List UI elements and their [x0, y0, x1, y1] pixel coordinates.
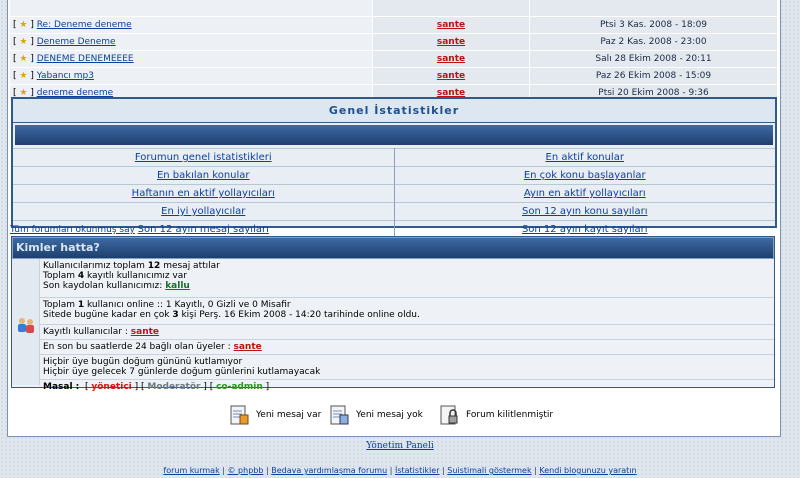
post-count: 12 — [147, 261, 161, 271]
bracket: ] — [27, 71, 34, 81]
topic-link[interactable]: Re: Deneme deneme — [37, 20, 132, 30]
stat-link-topic-counts[interactable]: Son 12 ayın konu sayıları — [522, 206, 647, 217]
who-is-online-title: Kimler hatta? — [12, 237, 774, 259]
text: Son kaydolan kullanıcımız: — [43, 281, 166, 291]
topic-date: Paz 2 Kas. 2008 - 23:00 — [529, 33, 777, 51]
separator: | — [442, 466, 445, 475]
separator: | — [266, 466, 269, 475]
statistics-title: Genel İstatistikler — [13, 99, 775, 123]
topic-date: Ptsi 3 Kas. 2008 - 18:09 — [529, 16, 777, 34]
mark-all-read-link[interactable]: Tüm forumları okunmuş say — [10, 225, 135, 235]
rank-label: Masal : — [43, 382, 80, 392]
birthdays: Hiçbir üye bugün doğum gününü kutlamıyor… — [40, 355, 774, 380]
author-link[interactable]: sante — [437, 20, 465, 30]
footer-link-blog[interactable]: Kendi blogunuzu yaratın — [539, 466, 636, 475]
text: Toplam — [43, 271, 78, 281]
stat-link-active-topics[interactable]: En aktif konular — [546, 152, 624, 163]
footer-link-phpbb[interactable]: © phpbb — [228, 466, 264, 475]
rank-coadmin: co-admin — [216, 382, 263, 392]
text: kullanıcı online :: 1 Kayıtlı, 0 Gizli v… — [84, 300, 291, 310]
text: Sitede bugüne kadar en çok — [43, 310, 173, 320]
footer-link-report[interactable]: Suistimali göstermek — [447, 466, 531, 475]
lock-icon — [440, 405, 458, 425]
page-content: [ ★ ] Re: Deneme deneme sante Ptsi 3 Kas… — [7, 0, 781, 437]
who-is-online-box: Kimler hatta? Kullanıcılarımız toplam 12… — [11, 236, 775, 392]
birthday-week: Hiçbir üye gelecek 7 günlerde doğum günl… — [43, 367, 321, 377]
topic-date: Paz 26 Ekim 2008 - 15:09 — [529, 67, 777, 85]
bracket: ] — [27, 37, 34, 47]
rank-legend: Masal : [ yönetici ] [ Moderatör ] [ co-… — [43, 382, 270, 392]
author-link[interactable]: sante — [437, 37, 465, 47]
rank-moderator: Moderatör — [147, 382, 201, 392]
stat-link-top-starters[interactable]: En çok konu başlayanlar — [524, 170, 646, 181]
table-row: [ ★ ] Re: Deneme deneme sante Ptsi 3 Kas… — [10, 16, 777, 34]
rank-admin: yönetici — [91, 382, 132, 392]
text: kayıtlı kullanıcımız var — [84, 271, 187, 281]
stat-link-general[interactable]: Forumun genel istatistikleri — [135, 152, 272, 163]
topic-link[interactable]: Yabancı mp3 — [37, 71, 94, 81]
birthday-today: Hiçbir üye bugün doğum gününü kutlamıyor — [43, 357, 243, 367]
stat-link-register-counts[interactable]: Son 12 ayın kayıt sayıları — [522, 224, 648, 235]
footer-link-stats[interactable]: İstatistikler — [395, 466, 440, 475]
online-summary: Toplam 1 kullanıcı online :: 1 Kayıtlı, … — [40, 298, 774, 325]
registered-users: Kayıtlı kullanıcılar : sante — [40, 325, 774, 340]
separator: | — [222, 466, 225, 475]
table-row: [ ★ ] Deneme Deneme sante Paz 2 Kas. 200… — [10, 33, 777, 51]
stat-link-most-viewed[interactable]: En bakılan konular — [157, 170, 250, 181]
legend-no-new-posts-label: Yeni mesaj yok — [356, 410, 423, 420]
footer-link-forum-kurmak[interactable]: forum kurmak — [163, 466, 219, 475]
topic-link[interactable]: DENEME DENEMEEEE — [37, 54, 134, 64]
table-row: [ ★ ] DENEME DENEMEEEE sante Salı 28 Eki… — [10, 50, 777, 68]
topic-link[interactable]: Deneme Deneme — [37, 37, 116, 47]
table-row: [ ★ ] Yabancı mp3 sante Paz 26 Ekim 2008… — [10, 67, 777, 85]
last24-user-link[interactable]: sante — [234, 342, 262, 352]
online-user-link[interactable]: sante — [131, 327, 159, 337]
bracket: ] — [27, 54, 34, 64]
separator: | — [389, 466, 393, 475]
general-statistics-box: Genel İstatistikler Forumun genel istati… — [11, 97, 777, 238]
table-row-cut — [10, 0, 777, 17]
online-rows: Kullanıcılarımız toplam 12 mesaj attılar… — [40, 259, 774, 394]
text: mesaj attılar — [160, 261, 220, 271]
stat-link-week-posters[interactable]: Haftanın en aktif yollayıcıları — [132, 188, 275, 199]
separator: | — [534, 466, 537, 475]
footer: forum kurmak | © phpbb | Bedava yardımla… — [0, 466, 800, 475]
text: kişi Perş. 16 Ekim 2008 - 14:20 tarihind… — [178, 310, 420, 320]
recent-topics-table: [ ★ ] Re: Deneme deneme sante Ptsi 3 Kas… — [10, 0, 777, 102]
text: Kayıtlı kullanıcılar : — [43, 327, 131, 337]
new-posts-icon — [230, 405, 249, 425]
stat-link-top-posters[interactable]: En iyi yollayıcılar — [161, 206, 245, 217]
bracket: ] — [27, 20, 34, 30]
statistics-header-bar — [15, 125, 773, 145]
legend-locked-label: Forum kilitlenmiştir — [466, 410, 554, 420]
icon-legend: Yeni mesaj var Yeni mesaj yok Forum kili… — [8, 402, 780, 428]
last24-users: En son bu saatlerde 24 bağlı olan üyeler… — [40, 340, 774, 355]
author-link[interactable]: sante — [437, 54, 465, 64]
posts-summary: Kullanıcılarımız toplam 12 mesaj attılar… — [40, 259, 774, 298]
stat-link-month-posters[interactable]: Ayın en aktif yollayıcıları — [524, 188, 646, 199]
no-new-posts-icon — [330, 405, 349, 425]
footer-link-bedava[interactable]: Bedava yardımlaşma forumu — [271, 466, 387, 475]
topic-date: Salı 28 Ekim 2008 - 20:11 — [529, 50, 777, 68]
legend-new-posts-label: Yeni mesaj var — [256, 410, 322, 420]
online-side-column — [12, 259, 40, 385]
stat-link-message-counts[interactable]: Son 12 ayın mesaj sayıları — [138, 224, 269, 235]
author-link[interactable]: sante — [437, 71, 465, 81]
text: Kullanıcılarımız toplam — [43, 261, 148, 271]
users-icon — [18, 318, 34, 333]
newest-user-link[interactable]: kallu — [165, 281, 190, 291]
text: En son bu saatlerde 24 bağlı olan üyeler… — [43, 342, 234, 352]
text: Toplam — [43, 300, 78, 310]
admin-panel-link[interactable]: Yönetim Paneli — [0, 441, 800, 451]
